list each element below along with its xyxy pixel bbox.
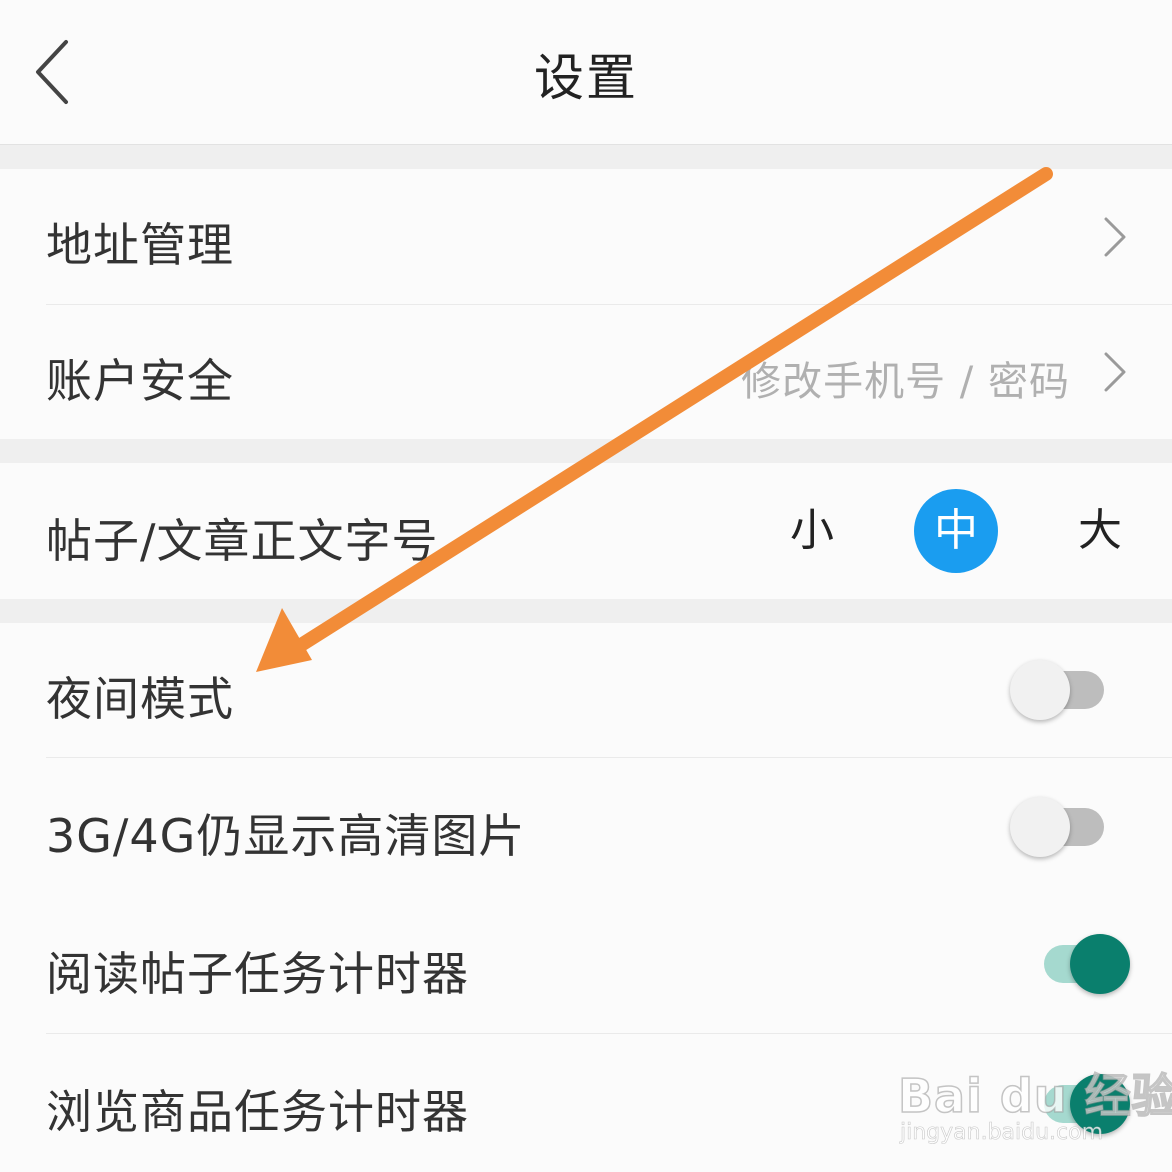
font-size-large-option[interactable]: 大	[1058, 489, 1142, 573]
read-timer-toggle[interactable]	[1030, 934, 1130, 994]
row-font-size: 帖子/文章正文字号 小 中 大	[0, 463, 1172, 599]
row-address-management[interactable]: 地址管理	[0, 169, 1172, 304]
row-account-security[interactable]: 账户安全 修改手机号 / 密码	[0, 305, 1172, 439]
toggle-knob	[1010, 797, 1070, 857]
row-read-post-timer: 阅读帖子任务计时器	[0, 896, 1172, 1033]
font-size-small-option[interactable]: 小	[770, 489, 854, 573]
chevron-right-icon	[1104, 352, 1126, 392]
browse-timer-toggle[interactable]	[1030, 1074, 1130, 1134]
toggle-knob	[1010, 660, 1070, 720]
section-divider	[0, 145, 1172, 169]
toggle-knob	[1070, 934, 1130, 994]
chevron-right-icon	[1104, 217, 1126, 257]
row-label: 夜间模式	[46, 672, 234, 726]
hd-images-toggle[interactable]	[1010, 797, 1110, 857]
row-night-mode: 夜间模式	[0, 623, 1172, 757]
row-browse-goods-timer: 浏览商品任务计时器	[0, 1034, 1172, 1172]
toggle-knob	[1070, 1074, 1130, 1134]
row-label: 帖子/文章正文字号	[46, 514, 439, 568]
row-label: 3G/4G仍显示高清图片	[46, 809, 526, 863]
account-hint: 修改手机号 / 密码	[741, 359, 1070, 405]
header-bar: 设置	[0, 0, 1172, 145]
row-label: 账户安全	[46, 354, 234, 408]
row-label: 阅读帖子任务计时器	[46, 947, 469, 1001]
row-label: 浏览商品任务计时器	[46, 1085, 469, 1139]
night-mode-toggle[interactable]	[1010, 660, 1110, 720]
section-divider	[0, 599, 1172, 623]
font-size-medium-option[interactable]: 中	[914, 489, 998, 573]
row-label: 地址管理	[46, 218, 234, 272]
page-title: 设置	[534, 49, 638, 107]
section-divider	[0, 439, 1172, 463]
row-hd-images: 3G/4G仍显示高清图片	[0, 758, 1172, 896]
